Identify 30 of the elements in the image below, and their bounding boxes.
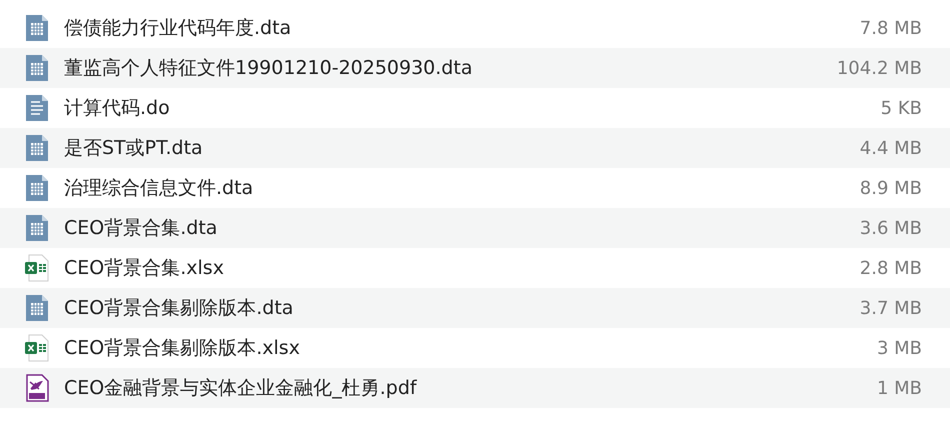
file-size: 3.6 MB [860, 218, 922, 238]
file-name: CEO背景合集.xlsx [64, 256, 225, 281]
file-name: CEO金融背景与实体企业金融化_杜勇.pdf [64, 376, 418, 401]
file-name: CEO背景合集剔除版本.dta [64, 296, 294, 321]
file-size: 7.8 MB [860, 18, 922, 38]
file-size: 3.7 MB [860, 298, 922, 318]
file-size: 5 KB [880, 98, 922, 118]
file-size: 8.9 MB [860, 178, 922, 198]
file-name: CEO背景合集剔除版本.xlsx [64, 336, 301, 361]
file-size: 1 MB [876, 378, 922, 398]
file-size: 4.4 MB [860, 138, 922, 158]
spreadsheet-file-icon [25, 134, 49, 162]
file-name: 董监高个人特征文件19901210-20250930.dta [64, 56, 474, 81]
file-name: 计算代码.do [64, 96, 171, 121]
file-size: 3 MB [876, 338, 922, 358]
text-file-icon [25, 94, 49, 122]
spreadsheet-file-icon [25, 14, 49, 42]
file-name: CEO背景合集.dta [64, 216, 218, 241]
spreadsheet-file-icon [25, 174, 49, 202]
spreadsheet-file-icon [25, 294, 49, 322]
spreadsheet-file-icon [25, 214, 49, 242]
file-size: 2.8 MB [860, 258, 922, 278]
pdf-file-icon [25, 374, 49, 402]
file-size: 104.2 MB [836, 58, 922, 78]
spreadsheet-file-icon [25, 54, 49, 82]
file-name: 是否ST或PT.dta [64, 136, 204, 161]
file-name: 偿债能力行业代码年度.dta [64, 16, 292, 41]
excel-file-icon [25, 254, 49, 282]
excel-file-icon [25, 334, 49, 362]
file-name: 治理综合信息文件.dta [64, 176, 254, 201]
